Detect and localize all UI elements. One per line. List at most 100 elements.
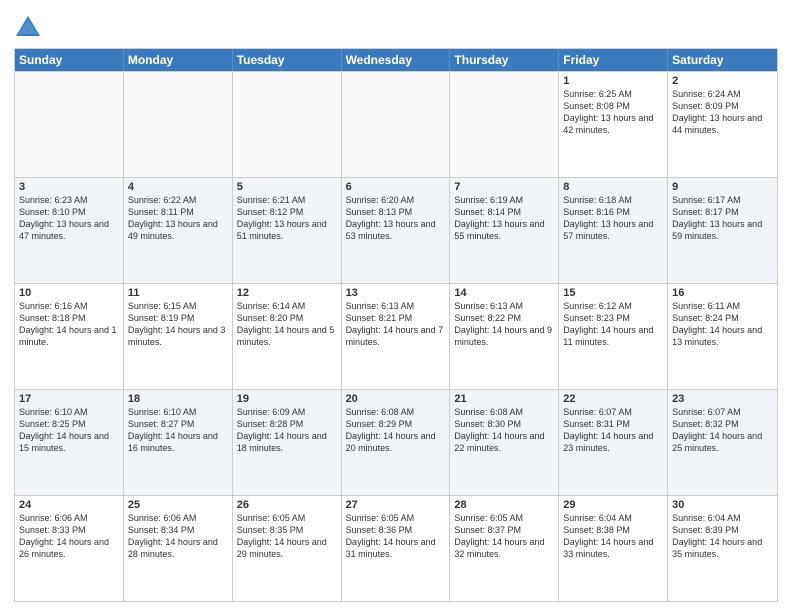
day-number: 10 [19,287,119,299]
day-info: Sunrise: 6:04 AM Sunset: 8:38 PM Dayligh… [563,512,663,561]
cal-week-5: 24Sunrise: 6:06 AM Sunset: 8:33 PM Dayli… [15,495,777,601]
calendar-body: 1Sunrise: 6:25 AM Sunset: 8:08 PM Daylig… [15,71,777,601]
cal-cell-day-29: 29Sunrise: 6:04 AM Sunset: 8:38 PM Dayli… [559,496,668,601]
day-info: Sunrise: 6:24 AM Sunset: 8:09 PM Dayligh… [672,88,773,137]
day-info: Sunrise: 6:10 AM Sunset: 8:27 PM Dayligh… [128,406,228,455]
day-info: Sunrise: 6:20 AM Sunset: 8:13 PM Dayligh… [346,194,446,243]
calendar: SundayMondayTuesdayWednesdayThursdayFrid… [14,48,778,602]
day-info: Sunrise: 6:22 AM Sunset: 8:11 PM Dayligh… [128,194,228,243]
day-info: Sunrise: 6:08 AM Sunset: 8:30 PM Dayligh… [454,406,554,455]
cal-cell-day-21: 21Sunrise: 6:08 AM Sunset: 8:30 PM Dayli… [450,390,559,495]
cal-cell-day-12: 12Sunrise: 6:14 AM Sunset: 8:20 PM Dayli… [233,284,342,389]
cal-header-friday: Friday [559,49,668,71]
day-number: 1 [563,75,663,87]
day-number: 24 [19,499,119,511]
day-number: 13 [346,287,446,299]
cal-cell-day-9: 9Sunrise: 6:17 AM Sunset: 8:17 PM Daylig… [668,178,777,283]
cal-cell-day-1: 1Sunrise: 6:25 AM Sunset: 8:08 PM Daylig… [559,72,668,177]
cal-cell-empty [233,72,342,177]
cal-header-saturday: Saturday [668,49,777,71]
day-number: 14 [454,287,554,299]
cal-cell-day-16: 16Sunrise: 6:11 AM Sunset: 8:24 PM Dayli… [668,284,777,389]
cal-cell-day-10: 10Sunrise: 6:16 AM Sunset: 8:18 PM Dayli… [15,284,124,389]
calendar-header-row: SundayMondayTuesdayWednesdayThursdayFrid… [15,49,777,71]
day-info: Sunrise: 6:10 AM Sunset: 8:25 PM Dayligh… [19,406,119,455]
day-number: 15 [563,287,663,299]
day-info: Sunrise: 6:07 AM Sunset: 8:32 PM Dayligh… [672,406,773,455]
day-info: Sunrise: 6:08 AM Sunset: 8:29 PM Dayligh… [346,406,446,455]
day-number: 28 [454,499,554,511]
day-number: 5 [237,181,337,193]
cal-cell-day-26: 26Sunrise: 6:05 AM Sunset: 8:35 PM Dayli… [233,496,342,601]
cal-cell-day-19: 19Sunrise: 6:09 AM Sunset: 8:28 PM Dayli… [233,390,342,495]
cal-cell-day-20: 20Sunrise: 6:08 AM Sunset: 8:29 PM Dayli… [342,390,451,495]
day-info: Sunrise: 6:16 AM Sunset: 8:18 PM Dayligh… [19,300,119,349]
cal-cell-day-13: 13Sunrise: 6:13 AM Sunset: 8:21 PM Dayli… [342,284,451,389]
day-info: Sunrise: 6:07 AM Sunset: 8:31 PM Dayligh… [563,406,663,455]
header [14,10,778,42]
day-info: Sunrise: 6:25 AM Sunset: 8:08 PM Dayligh… [563,88,663,137]
day-number: 26 [237,499,337,511]
cal-cell-day-14: 14Sunrise: 6:13 AM Sunset: 8:22 PM Dayli… [450,284,559,389]
day-number: 11 [128,287,228,299]
cal-cell-day-11: 11Sunrise: 6:15 AM Sunset: 8:19 PM Dayli… [124,284,233,389]
day-number: 20 [346,393,446,405]
day-number: 6 [346,181,446,193]
day-number: 23 [672,393,773,405]
cal-cell-empty [124,72,233,177]
cal-cell-day-15: 15Sunrise: 6:12 AM Sunset: 8:23 PM Dayli… [559,284,668,389]
cal-cell-day-30: 30Sunrise: 6:04 AM Sunset: 8:39 PM Dayli… [668,496,777,601]
day-info: Sunrise: 6:09 AM Sunset: 8:28 PM Dayligh… [237,406,337,455]
cal-header-wednesday: Wednesday [342,49,451,71]
cal-cell-day-23: 23Sunrise: 6:07 AM Sunset: 8:32 PM Dayli… [668,390,777,495]
day-number: 9 [672,181,773,193]
day-number: 19 [237,393,337,405]
day-info: Sunrise: 6:13 AM Sunset: 8:21 PM Dayligh… [346,300,446,349]
cal-header-thursday: Thursday [450,49,559,71]
day-number: 16 [672,287,773,299]
cal-cell-empty [450,72,559,177]
cal-week-2: 3Sunrise: 6:23 AM Sunset: 8:10 PM Daylig… [15,177,777,283]
cal-cell-day-3: 3Sunrise: 6:23 AM Sunset: 8:10 PM Daylig… [15,178,124,283]
day-info: Sunrise: 6:06 AM Sunset: 8:34 PM Dayligh… [128,512,228,561]
day-number: 7 [454,181,554,193]
cal-cell-day-17: 17Sunrise: 6:10 AM Sunset: 8:25 PM Dayli… [15,390,124,495]
day-number: 21 [454,393,554,405]
day-number: 22 [563,393,663,405]
day-info: Sunrise: 6:13 AM Sunset: 8:22 PM Dayligh… [454,300,554,349]
day-info: Sunrise: 6:05 AM Sunset: 8:36 PM Dayligh… [346,512,446,561]
day-info: Sunrise: 6:19 AM Sunset: 8:14 PM Dayligh… [454,194,554,243]
day-info: Sunrise: 6:14 AM Sunset: 8:20 PM Dayligh… [237,300,337,349]
day-info: Sunrise: 6:12 AM Sunset: 8:23 PM Dayligh… [563,300,663,349]
cal-week-4: 17Sunrise: 6:10 AM Sunset: 8:25 PM Dayli… [15,389,777,495]
cal-header-tuesday: Tuesday [233,49,342,71]
day-info: Sunrise: 6:11 AM Sunset: 8:24 PM Dayligh… [672,300,773,349]
cal-cell-day-27: 27Sunrise: 6:05 AM Sunset: 8:36 PM Dayli… [342,496,451,601]
day-info: Sunrise: 6:17 AM Sunset: 8:17 PM Dayligh… [672,194,773,243]
cal-cell-day-22: 22Sunrise: 6:07 AM Sunset: 8:31 PM Dayli… [559,390,668,495]
day-number: 27 [346,499,446,511]
day-number: 17 [19,393,119,405]
cal-header-sunday: Sunday [15,49,124,71]
cal-cell-day-6: 6Sunrise: 6:20 AM Sunset: 8:13 PM Daylig… [342,178,451,283]
day-number: 30 [672,499,773,511]
day-number: 8 [563,181,663,193]
day-number: 3 [19,181,119,193]
cal-cell-day-7: 7Sunrise: 6:19 AM Sunset: 8:14 PM Daylig… [450,178,559,283]
day-number: 2 [672,75,773,87]
cal-cell-day-4: 4Sunrise: 6:22 AM Sunset: 8:11 PM Daylig… [124,178,233,283]
day-info: Sunrise: 6:05 AM Sunset: 8:35 PM Dayligh… [237,512,337,561]
cal-header-monday: Monday [124,49,233,71]
day-info: Sunrise: 6:04 AM Sunset: 8:39 PM Dayligh… [672,512,773,561]
cal-week-1: 1Sunrise: 6:25 AM Sunset: 8:08 PM Daylig… [15,71,777,177]
day-info: Sunrise: 6:18 AM Sunset: 8:16 PM Dayligh… [563,194,663,243]
logo [14,14,46,42]
cal-week-3: 10Sunrise: 6:16 AM Sunset: 8:18 PM Dayli… [15,283,777,389]
day-number: 25 [128,499,228,511]
day-info: Sunrise: 6:15 AM Sunset: 8:19 PM Dayligh… [128,300,228,349]
cal-cell-day-18: 18Sunrise: 6:10 AM Sunset: 8:27 PM Dayli… [124,390,233,495]
day-number: 12 [237,287,337,299]
day-info: Sunrise: 6:05 AM Sunset: 8:37 PM Dayligh… [454,512,554,561]
day-number: 29 [563,499,663,511]
cal-cell-day-2: 2Sunrise: 6:24 AM Sunset: 8:09 PM Daylig… [668,72,777,177]
